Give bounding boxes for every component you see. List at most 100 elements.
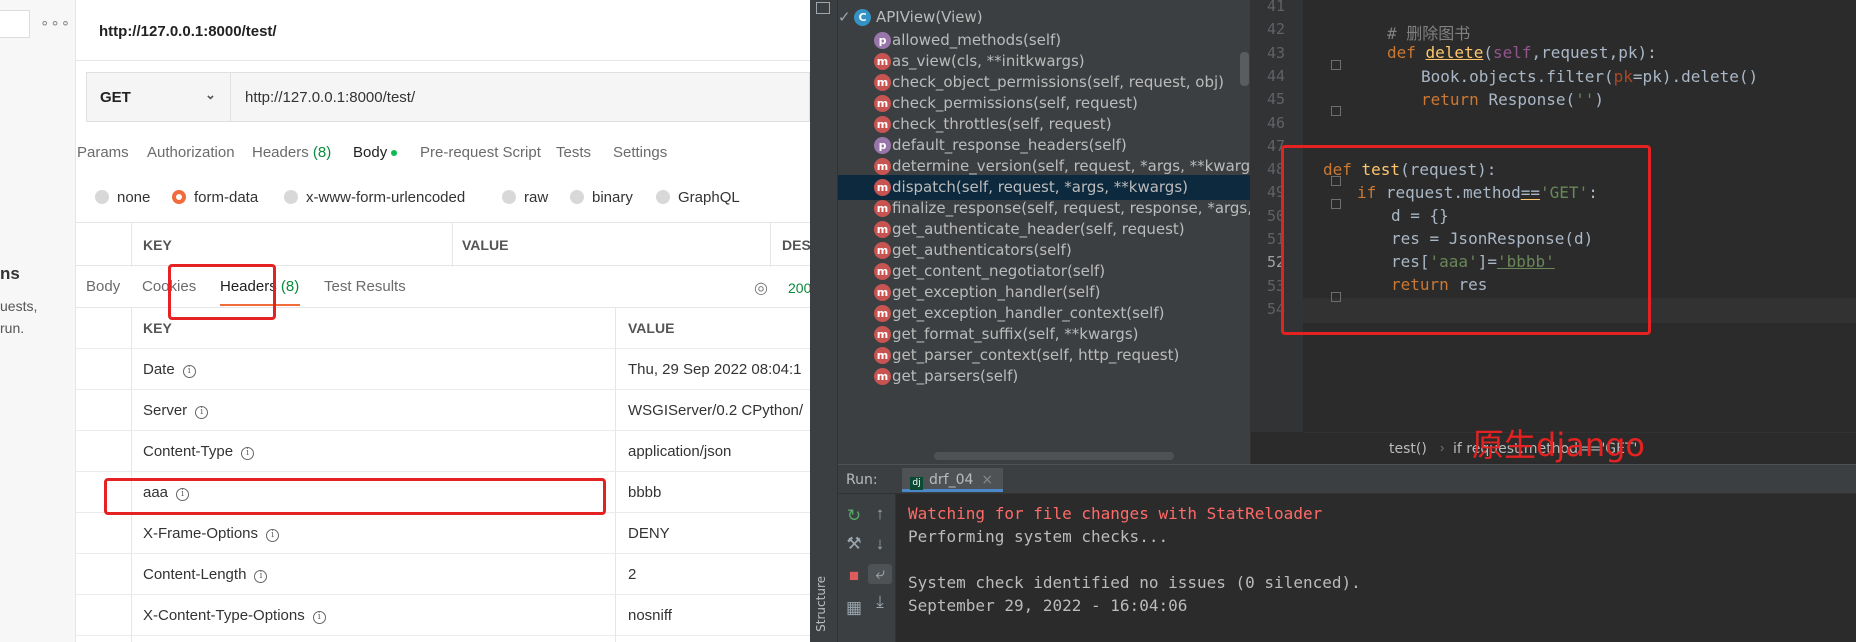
code-line: def delete(self,request,pk): [1387,43,1657,62]
divider [76,60,810,61]
radio-raw[interactable]: raw [502,189,548,206]
tab-params[interactable]: Params [77,144,129,161]
folder-icon[interactable] [816,2,830,14]
method-icon: m [874,95,891,112]
tree-item-label: finalize_response(self, request, respons… [892,199,1250,217]
divider [452,223,453,267]
table-row: X-Content-Type-Options i nosniff [76,595,810,636]
info-icon[interactable]: i [241,447,255,460]
request-tab-title[interactable]: http://127.0.0.1:8000/test/ [99,23,277,40]
radio-binary[interactable]: binary [570,189,633,206]
line-number: 45 [1266,90,1285,109]
method-icon: m [874,326,891,343]
arrow-up-icon[interactable]: ↑ [868,504,892,524]
radio-icon [570,190,584,204]
code-editor[interactable]: 41 42 43 44 45 46 47 48 49 50 51 52 53 54 # 删除图书 def … [1250,0,1856,464]
response-tab-test-results[interactable]: Test Results [324,278,406,295]
header-key: Server [143,402,188,419]
method-icon: m [874,179,891,196]
column-key: KEY [143,237,172,253]
header-value: WSGIServer/0.2 CPython/ [628,402,804,419]
console-line: Performing system checks... [908,527,1169,546]
tab-pre-request-script[interactable]: Pre-request Script [420,144,541,161]
layout-icon[interactable]: ▦ [842,598,866,618]
tree-item-class[interactable]: ✓ C APIView(View) [838,5,1250,30]
tree-item-label: default_response_headers(self) [892,136,1127,154]
method-icon: m [874,221,891,238]
header-value: nosniff [628,607,672,624]
tab-settings[interactable]: Settings [613,144,667,161]
info-icon[interactable]: i [266,529,280,542]
scroll-to-end-icon[interactable]: ⤓ [868,592,892,612]
sidebar-heading: ns [0,264,20,283]
response-tab-body[interactable]: Body [86,278,120,295]
method-icon: m [874,305,891,322]
line-number: 44 [1266,66,1285,85]
table-row: X-Frame-Options i DENY [76,513,810,554]
code-line: # 删除图书 [1387,24,1471,43]
tree-item-label: allowed_methods(self) [892,31,1062,49]
modified-dot-icon [391,150,398,157]
sidebar-search-box[interactable] [0,10,30,38]
url-input[interactable]: http://127.0.0.1:8000/test/ [245,89,415,106]
tab-headers[interactable]: Headers (8) [252,144,331,161]
tree-item-label: get_authenticators(self) [892,241,1072,259]
info-icon[interactable]: i [312,611,326,624]
status-code: 200 [788,280,810,296]
run-tool-panel: ↻ ↑ ⚒ ↓ ■ ⤶ ⤓ ▦ [838,494,896,642]
tree-item-label: determine_version(self, request, *args, … [892,157,1250,175]
django-icon: dj [910,477,923,490]
fold-icon[interactable] [1331,60,1341,70]
column-value: VALUE [628,320,675,336]
tree-item[interactable]: m get_parsers(self) [838,364,1250,389]
radio-graphql[interactable]: GraphQL [656,189,740,206]
stop-icon[interactable]: ■ [842,566,866,586]
scrollbar[interactable] [1240,52,1249,86]
tab-body[interactable]: Body [353,144,398,161]
structure-tool-label[interactable]: Structure [814,576,828,632]
header-value: DENY [628,525,670,542]
ide-window: ✓ C APIView(View) p allowed_methods(self)… [810,0,1856,642]
tree-item-label: check_object_permissions(self, request, … [892,73,1225,91]
info-icon[interactable]: i [195,406,209,419]
tree-item-label: get_parsers(self) [892,367,1019,385]
radio-icon [656,190,670,204]
radio-icon [284,190,298,204]
sidebar-text: uests, [0,298,38,314]
wrench-icon[interactable]: ⚒ [842,534,866,554]
radio-selected-icon [172,190,186,204]
soft-wrap-icon[interactable]: ⤶ [868,564,892,584]
fold-icon[interactable] [1331,106,1341,116]
arrow-down-icon[interactable]: ↓ [868,534,892,554]
request-bar: GET ⌄ http://127.0.0.1:8000/test/ [86,72,810,122]
header-key: Date [143,361,175,378]
header-key: X-Content-Type-Options [143,607,305,624]
structure-tree: ✓ C APIView(View) p allowed_methods(self)… [838,0,1250,464]
run-console[interactable]: Watching for file changes with StatReloa… [896,494,1856,642]
line-number: 46 [1266,113,1285,132]
scrollbar[interactable] [934,452,1174,460]
more-options-icon[interactable]: ∘∘∘ [40,14,71,32]
radio-x-www-form-urlencoded[interactable]: x-www-form-urlencoded [284,189,465,206]
tab-authorization[interactable]: Authorization [147,144,235,161]
method-select[interactable]: GET ⌄ [87,73,231,121]
response-headers-table: KEY VALUE Date i Thu, 29 Sep 2022 08:04:1 … [76,308,810,642]
radio-form-data[interactable]: form-data [172,189,258,206]
info-icon[interactable]: i [254,570,268,583]
property-icon: p [874,32,891,49]
column-key: KEY [143,320,172,336]
close-icon[interactable]: × [981,472,993,488]
run-tab[interactable]: dj drf_04 × [902,468,1004,492]
radio-none[interactable]: none [95,189,150,206]
line-number: 43 [1266,43,1285,62]
breadcrumb-item[interactable]: test() [1389,441,1427,457]
rerun-icon[interactable]: ↻ [842,506,866,526]
info-icon[interactable]: i [182,365,196,378]
method-icon: m [874,158,891,175]
method-icon: m [874,368,891,385]
globe-icon[interactable]: ◎ [754,278,768,298]
tree-item-label: get_content_negotiator(self) [892,262,1106,280]
tree-item-label: check_throttles(self, request) [892,115,1112,133]
method-value: GET [100,89,131,106]
tab-tests[interactable]: Tests [556,144,591,161]
